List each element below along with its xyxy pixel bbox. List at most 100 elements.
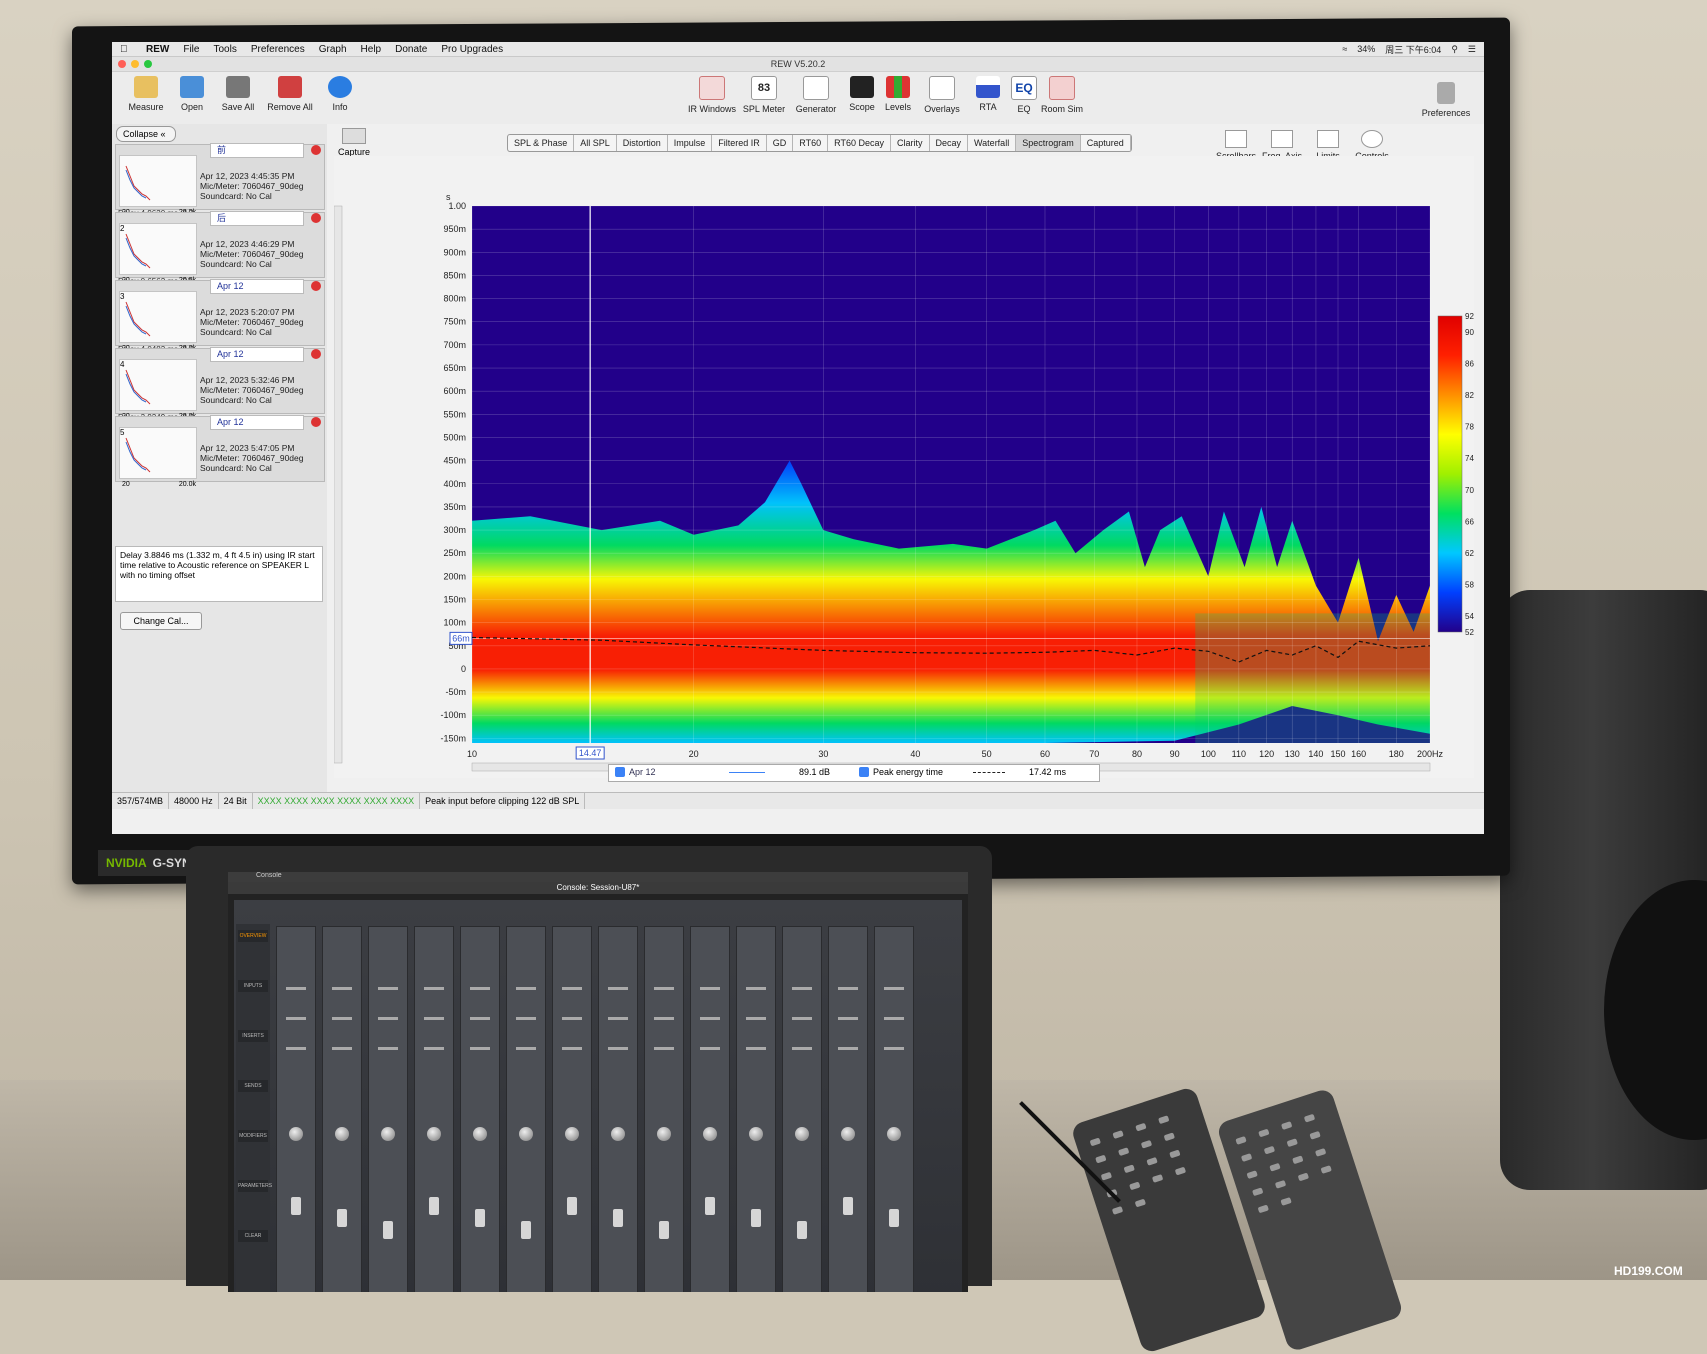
insert-slot[interactable]: [792, 1047, 812, 1050]
pan-knob[interactable]: [841, 1127, 855, 1141]
spl-meter-button[interactable]: 83 SPL Meter: [736, 74, 792, 114]
insert-slot[interactable]: [562, 987, 582, 990]
pan-knob[interactable]: [565, 1127, 579, 1141]
channel-fader[interactable]: [843, 1197, 853, 1215]
channel-strip[interactable]: [552, 926, 592, 1292]
channel-fader[interactable]: [659, 1221, 669, 1239]
insert-slot[interactable]: [378, 1017, 398, 1020]
insert-slot[interactable]: [884, 1017, 904, 1020]
insert-slot[interactable]: [378, 987, 398, 990]
console-sidebar-clear[interactable]: CLEAR: [238, 1230, 268, 1242]
insert-slot[interactable]: [286, 1047, 306, 1050]
room-sim-button[interactable]: Room Sim: [1034, 74, 1090, 114]
insert-slot[interactable]: [470, 1017, 490, 1020]
insert-slot[interactable]: [424, 1017, 444, 1020]
measurement-thumbnail[interactable]: 2020.0k: [119, 155, 197, 216]
pan-knob[interactable]: [335, 1127, 349, 1141]
console-sidebar-inputs[interactable]: INPUTS: [238, 980, 268, 992]
channel-fader[interactable]: [475, 1209, 485, 1227]
insert-slot[interactable]: [516, 1017, 536, 1020]
insert-slot[interactable]: [608, 1017, 628, 1020]
insert-slot[interactable]: [562, 1017, 582, 1020]
channel-fader[interactable]: [337, 1209, 347, 1227]
minimize-window-icon[interactable]: [131, 60, 139, 68]
measurement-item[interactable]: 5 20 20.0k Apr 12 Apr 12, 2023 5:47:05 PM Mic…: [115, 415, 325, 488]
measurement-thumbnail[interactable]: 42020.0k: [119, 359, 197, 420]
laptop-app-menu[interactable]: Console: [256, 872, 282, 879]
insert-slot[interactable]: [332, 1017, 352, 1020]
console-sidebar-sends[interactable]: SENDS: [238, 1080, 268, 1092]
menu-tools[interactable]: Tools: [213, 44, 236, 55]
pan-knob[interactable]: [519, 1127, 533, 1141]
tab-captured[interactable]: Captured: [1081, 135, 1131, 151]
insert-slot[interactable]: [424, 1047, 444, 1050]
tab-clarity[interactable]: Clarity: [891, 135, 930, 151]
capture-button[interactable]: Capture: [334, 128, 374, 157]
measurement-name-field[interactable]: Apr 12: [210, 347, 304, 362]
channel-strip[interactable]: [506, 926, 546, 1292]
menu-graph[interactable]: Graph: [319, 44, 347, 55]
insert-slot[interactable]: [792, 987, 812, 990]
tab-rt60[interactable]: RT60: [793, 135, 829, 151]
insert-slot[interactable]: [746, 1017, 766, 1020]
pan-knob[interactable]: [381, 1127, 395, 1141]
measurement-thumbnail[interactable]: 5 20 20.0k: [119, 427, 197, 488]
insert-slot[interactable]: [746, 1047, 766, 1050]
channel-fader[interactable]: [889, 1209, 899, 1227]
channel-fader[interactable]: [797, 1221, 807, 1239]
tab-filtered-ir[interactable]: Filtered IR: [712, 135, 767, 151]
wifi-icon[interactable]: ≈: [1342, 44, 1347, 54]
tab-decay[interactable]: Decay: [930, 135, 969, 151]
insert-slot[interactable]: [378, 1047, 398, 1050]
insert-slot[interactable]: [332, 987, 352, 990]
console-sidebar-overview[interactable]: OVERVIEW: [238, 930, 268, 942]
pan-knob[interactable]: [473, 1127, 487, 1141]
channel-fader[interactable]: [291, 1197, 301, 1215]
remove-measurement-icon[interactable]: [311, 349, 321, 359]
console-sidebar-modifiers[interactable]: MODIFIERS: [238, 1130, 268, 1142]
measurement-item[interactable]: 32020.0k Apr 12 Apr 12, 2023 5:20:07 PMMic…: [115, 279, 325, 354]
spectrogram-graph[interactable]: 1.00 950m 900m 850m 800m 750m 700m 650m 600m 550m…: [333, 156, 1474, 778]
channel-strip[interactable]: [736, 926, 776, 1292]
pan-knob[interactable]: [611, 1127, 625, 1141]
remove-measurement-icon[interactable]: [311, 145, 321, 155]
menu-pro-upgrades[interactable]: Pro Upgrades: [441, 44, 503, 55]
console-sidebar-inserts[interactable]: INSERTS: [238, 1030, 268, 1042]
control-center-icon[interactable]: ☰: [1468, 44, 1476, 55]
battery-percent[interactable]: 34%: [1357, 44, 1375, 54]
tab-all-spl[interactable]: All SPL: [574, 135, 617, 151]
channel-fader[interactable]: [705, 1197, 715, 1215]
remove-measurement-icon[interactable]: [311, 281, 321, 291]
channel-strip[interactable]: [690, 926, 730, 1292]
channel-fader[interactable]: [383, 1221, 393, 1239]
pan-knob[interactable]: [657, 1127, 671, 1141]
pan-knob[interactable]: [749, 1127, 763, 1141]
measurement-thumbnail[interactable]: 32020.0k: [119, 291, 197, 352]
insert-slot[interactable]: [838, 1047, 858, 1050]
insert-slot[interactable]: [654, 987, 674, 990]
channel-strip[interactable]: [368, 926, 408, 1292]
insert-slot[interactable]: [424, 987, 444, 990]
insert-slot[interactable]: [700, 987, 720, 990]
collapse-button[interactable]: Collapse «: [116, 126, 176, 142]
insert-slot[interactable]: [884, 987, 904, 990]
measurement-name-field[interactable]: Apr 12: [210, 279, 304, 294]
insert-slot[interactable]: [470, 987, 490, 990]
insert-slot[interactable]: [838, 1017, 858, 1020]
tab-waterfall[interactable]: Waterfall: [968, 135, 1017, 151]
insert-slot[interactable]: [286, 1017, 306, 1020]
insert-slot[interactable]: [792, 1017, 812, 1020]
insert-slot[interactable]: [654, 1047, 674, 1050]
insert-slot[interactable]: [286, 987, 306, 990]
tab-distortion[interactable]: Distortion: [617, 135, 668, 151]
menu-file[interactable]: File: [183, 44, 199, 55]
channel-strip[interactable]: [414, 926, 454, 1292]
insert-slot[interactable]: [516, 987, 536, 990]
close-window-icon[interactable]: [118, 60, 126, 68]
channel-fader[interactable]: [613, 1209, 623, 1227]
pan-knob[interactable]: [887, 1127, 901, 1141]
tab-rt60-decay[interactable]: RT60 Decay: [828, 135, 891, 151]
insert-slot[interactable]: [838, 987, 858, 990]
menu-donate[interactable]: Donate: [395, 44, 427, 55]
remove-measurement-icon[interactable]: [311, 213, 321, 223]
